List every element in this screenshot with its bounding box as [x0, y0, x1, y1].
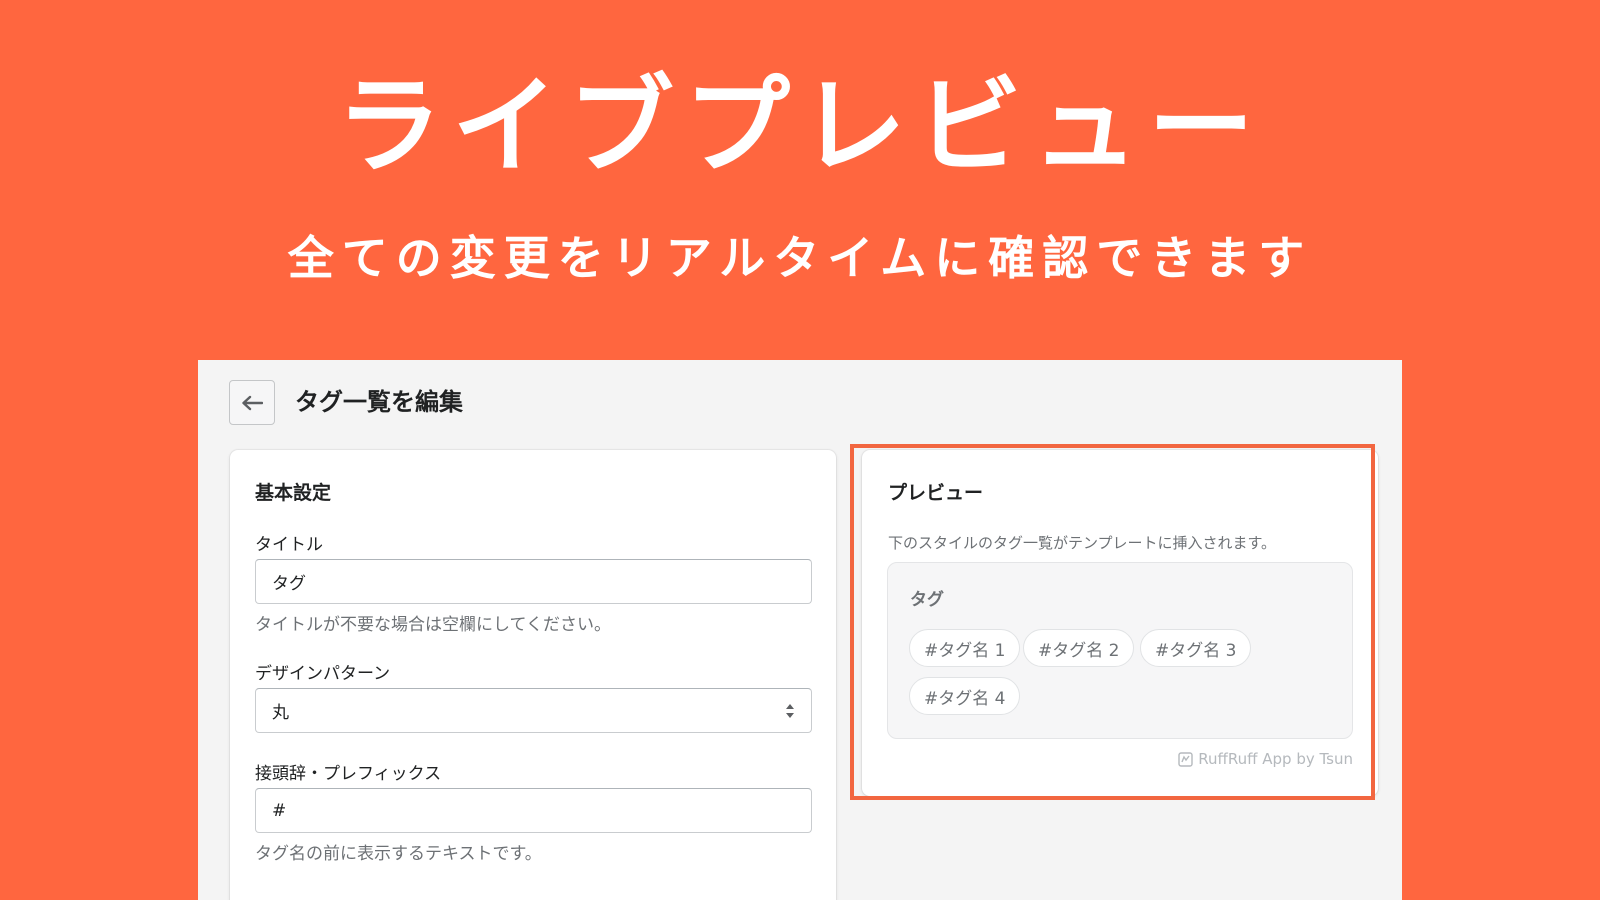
- title-input[interactable]: タグ: [255, 559, 812, 604]
- prefix-help-text: タグ名の前に表示するテキストです。: [255, 844, 542, 864]
- design-pattern-label: デザインパターン: [255, 664, 391, 684]
- prefix-input[interactable]: #: [255, 788, 812, 833]
- page-title: タグ一覧を編集: [295, 388, 463, 416]
- title-field-label: タイトル: [255, 535, 323, 555]
- basic-settings-card: 基本設定 タイトル タグ タイトルが不要な場合は空欄にしてください。 デザインパ…: [230, 450, 836, 900]
- title-help-text: タイトルが不要な場合は空欄にしてください。: [255, 615, 611, 635]
- prefix-input-value: #: [272, 800, 287, 821]
- arrow-left-icon: [242, 395, 263, 410]
- hero-title: ライブプレビュー: [336, 65, 1264, 188]
- hero-subtitle: 全ての変更をリアルタイムに確認できます: [287, 231, 1313, 285]
- prefix-field-label: 接頭辞・プレフィックス: [255, 764, 442, 784]
- preview-highlight-frame: [850, 444, 1375, 800]
- design-pattern-value: 丸: [272, 703, 289, 723]
- basic-settings-heading: 基本設定: [255, 482, 332, 504]
- select-arrows-icon: [786, 704, 794, 718]
- design-pattern-select[interactable]: 丸: [255, 688, 812, 733]
- back-button[interactable]: [229, 380, 275, 425]
- title-input-value: タグ: [272, 574, 306, 594]
